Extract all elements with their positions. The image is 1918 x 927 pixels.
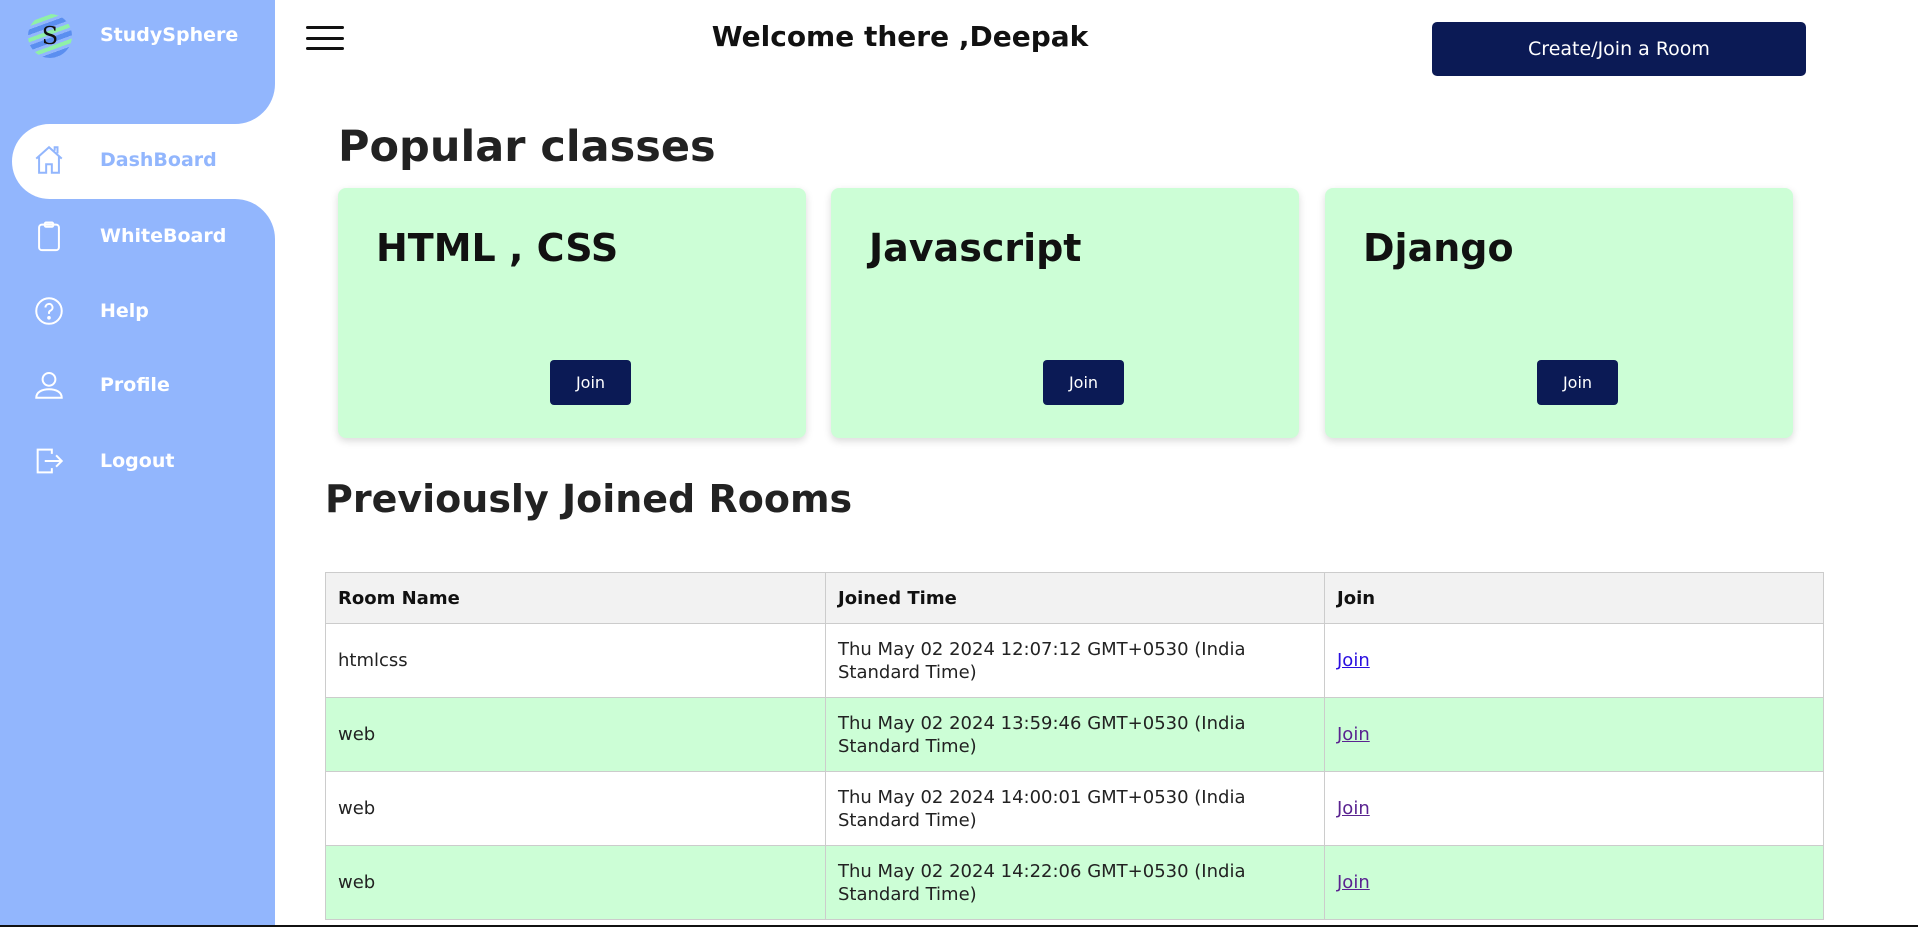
logout-icon (36, 448, 64, 474)
class-card: Javascript Join (831, 188, 1299, 438)
join-class-button[interactable]: Join (1537, 360, 1618, 405)
class-title: Javascript (869, 226, 1082, 270)
joined-time: Thu May 02 2024 14:22:06 GMT+0530 (India… (825, 845, 1325, 920)
room-name: web (325, 771, 826, 846)
sidebar-item-help[interactable]: Help (0, 286, 275, 336)
join-class-button[interactable]: Join (1043, 360, 1124, 405)
brand-name: StudySphere (100, 24, 239, 46)
table-header: Room Name Joined Time Join (325, 572, 1824, 624)
sidebar-item-whiteboard[interactable]: WhiteBoard (0, 211, 275, 261)
previous-rooms-title: Previously Joined Rooms (325, 477, 853, 521)
rooms-table: Room Name Joined Time Join htmlcss Thu M… (325, 572, 1824, 920)
join-room-link[interactable]: Join (1337, 650, 1370, 671)
room-name: web (325, 845, 826, 920)
joined-time: Thu May 02 2024 14:00:01 GMT+0530 (India… (825, 771, 1325, 846)
table-row: web Thu May 02 2024 14:00:01 GMT+0530 (I… (325, 771, 1824, 846)
logo-icon: S (28, 14, 72, 58)
welcome-title: Welcome there ,Deepak (711, 20, 1089, 53)
table-row: web Thu May 02 2024 14:22:06 GMT+0530 (I… (325, 845, 1824, 920)
sidebar-item-logout[interactable]: Logout (0, 436, 275, 486)
joined-time: Thu May 02 2024 13:59:46 GMT+0530 (India… (825, 697, 1325, 772)
class-card: HTML , CSS Join (338, 188, 806, 438)
join-class-button[interactable]: Join (550, 360, 631, 405)
table-row: htmlcss Thu May 02 2024 12:07:12 GMT+053… (325, 623, 1824, 698)
join-room-link[interactable]: Join (1337, 872, 1370, 893)
menu-icon[interactable] (306, 26, 344, 50)
sidebar: S StudySphere DashBoard WhiteBoard Help … (0, 0, 275, 927)
column-header: Joined Time (825, 572, 1325, 624)
join-room-link[interactable]: Join (1337, 724, 1370, 745)
join-room-link[interactable]: Join (1337, 798, 1370, 819)
class-title: Django (1363, 226, 1514, 270)
joined-time: Thu May 02 2024 12:07:12 GMT+0530 (India… (825, 623, 1325, 698)
sidebar-item-dashboard[interactable]: DashBoard (0, 135, 275, 185)
table-row: web Thu May 02 2024 13:59:46 GMT+0530 (I… (325, 697, 1824, 772)
room-name: web (325, 697, 826, 772)
help-circle-icon (35, 297, 63, 325)
popular-classes-title: Popular classes (338, 122, 716, 172)
user-icon (35, 371, 63, 399)
class-card: Django Join (1325, 188, 1793, 438)
column-header: Join (1324, 572, 1824, 624)
home-icon (35, 145, 63, 174)
room-name: htmlcss (325, 623, 826, 698)
create-join-room-button[interactable]: Create/Join a Room (1432, 22, 1806, 76)
class-title: HTML , CSS (376, 226, 619, 270)
clipboard-icon (38, 221, 60, 252)
column-header: Room Name (325, 572, 826, 624)
sidebar-item-profile[interactable]: Profile (0, 360, 275, 410)
